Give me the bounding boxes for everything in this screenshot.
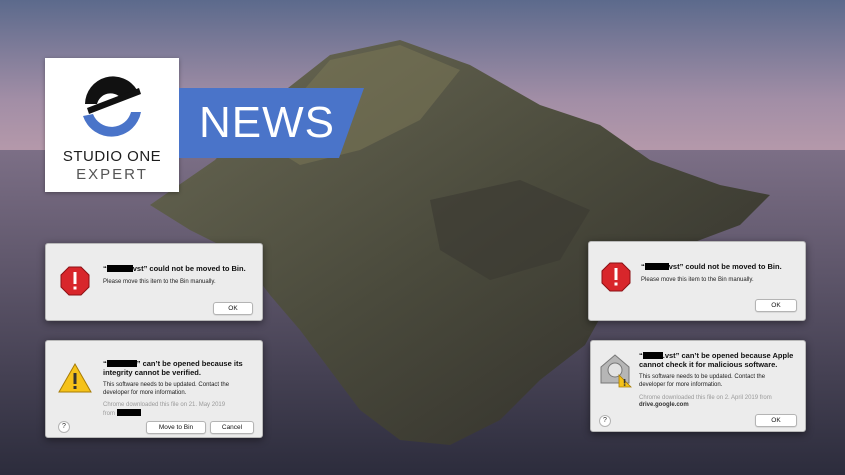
stop-alert-icon	[601, 262, 631, 292]
move-to-bin-button[interactable]: Move to Bin	[146, 421, 206, 434]
dialog-message: This software needs to be updated. Conta…	[639, 374, 766, 388]
logo-text-line2: EXPERT	[76, 166, 148, 183]
dialog-integrity-not-verified: “” can’t be opened because its integrity…	[45, 340, 263, 438]
dialog-message: This software needs to be updated. Conta…	[103, 382, 230, 396]
redacted-filename	[644, 263, 669, 270]
news-banner-text: NEWS	[199, 98, 335, 147]
ok-button[interactable]: OK	[755, 299, 797, 312]
ok-button[interactable]: OK	[755, 414, 797, 427]
dialog-title: “vst” could not be moved to Bin.	[103, 264, 246, 273]
studio-one-expert-logo: STUDIO ONE EXPERT	[45, 58, 179, 192]
redacted-filename	[642, 352, 663, 359]
download-info: Chrome downloaded this file on 21. May 2…	[103, 402, 226, 417]
dialog-message: Please move this item to the Bin manuall…	[103, 279, 216, 285]
redacted-filename	[106, 360, 137, 367]
cancel-button[interactable]: Cancel	[210, 421, 254, 434]
dialog-move-to-bin-right: “vst” could not be moved to Bin. Please …	[588, 241, 806, 321]
stop-alert-icon	[60, 266, 90, 296]
ok-button[interactable]: OK	[213, 302, 253, 315]
download-source: drive.google.com	[639, 402, 689, 408]
help-button[interactable]: ?	[599, 415, 611, 427]
logo-text-line1: STUDIO ONE	[62, 148, 162, 165]
dialog-title: “” can’t be opened because its integrity…	[103, 359, 243, 377]
download-info: Chrome downloaded this file on 2. April …	[639, 395, 772, 401]
dialog-title: “vst” could not be moved to Bin.	[641, 262, 782, 271]
help-button[interactable]: ?	[58, 421, 70, 433]
warning-icon	[58, 363, 92, 393]
gatekeeper-alert-icon	[600, 354, 632, 388]
logo-e-icon	[83, 76, 141, 137]
dialog-message: Please move this item to the Bin manuall…	[641, 277, 754, 283]
dialog-title: “.vst” can’t be opened because Apple can…	[639, 351, 794, 369]
redacted-source	[116, 409, 141, 416]
dialog-apple-cannot-check: “.vst” can’t be opened because Apple can…	[590, 340, 806, 432]
dialog-move-to-bin-left: “vst” could not be moved to Bin. Please …	[45, 243, 263, 321]
redacted-filename	[106, 265, 133, 272]
